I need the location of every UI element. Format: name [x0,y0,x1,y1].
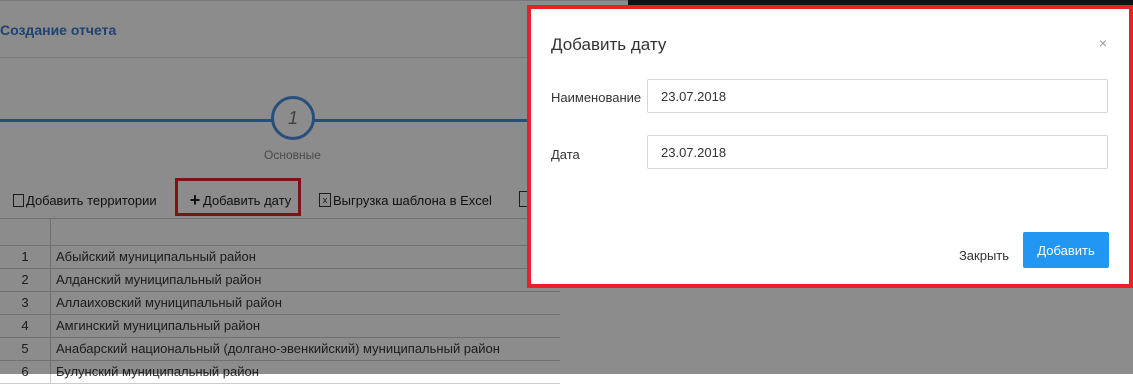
close-icon[interactable]: × [1099,35,1107,51]
add-date-dialog: Добавить дату × Наименование Дата Закрыт… [527,5,1133,288]
add-button[interactable]: Добавить [1023,232,1109,268]
date-field[interactable] [647,135,1108,169]
name-label: Наименование [551,90,642,105]
date-label: Дата [551,147,580,162]
name-field[interactable] [647,79,1108,113]
close-button[interactable]: Закрыть [941,237,1027,273]
dialog-title: Добавить дату [551,35,667,54]
